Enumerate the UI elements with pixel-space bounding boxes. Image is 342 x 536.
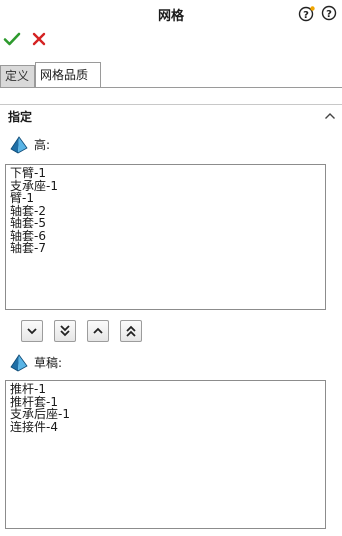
move-to-top-icon bbox=[126, 325, 136, 337]
svg-text:?: ? bbox=[303, 10, 309, 21]
move-up-button[interactable] bbox=[87, 320, 109, 342]
list-item[interactable]: 支承后座-1 bbox=[10, 408, 321, 421]
tab-definition[interactable]: 定义 bbox=[0, 65, 35, 87]
cancel-button[interactable] bbox=[30, 30, 48, 48]
draft-label: 草稿: bbox=[34, 356, 63, 370]
list-item[interactable]: 下臂-1 bbox=[10, 167, 321, 180]
svg-text:?: ? bbox=[326, 9, 332, 20]
list-item[interactable]: 轴套-7 bbox=[10, 242, 321, 255]
list-item[interactable]: 推杆-1 bbox=[10, 383, 321, 396]
draft-components-list[interactable]: 推杆-1 推杆套-1 支承后座-1 连接件-4 bbox=[5, 380, 326, 529]
list-item[interactable]: 轴套-5 bbox=[10, 217, 321, 230]
ok-button[interactable] bbox=[3, 30, 21, 48]
move-to-bottom-button[interactable] bbox=[54, 320, 76, 342]
move-down-button[interactable] bbox=[21, 320, 43, 342]
help-question-icon[interactable]: ? bbox=[298, 5, 315, 22]
pyramid-mesh-icon bbox=[10, 136, 28, 154]
title-bar: 网格 ? ? bbox=[0, 0, 342, 26]
tab-strip: 定义 网格品质 bbox=[0, 62, 342, 88]
move-down-icon bbox=[27, 328, 37, 335]
checkmark-icon bbox=[3, 32, 21, 46]
pyramid-mesh-icon bbox=[10, 354, 28, 372]
section-divider bbox=[0, 104, 342, 105]
move-to-bottom-icon bbox=[60, 325, 70, 337]
list-item[interactable]: 连接件-4 bbox=[10, 420, 321, 434]
panel-title: 网格 bbox=[157, 9, 184, 24]
high-components-list[interactable]: 下臂-1 支承座-1 臂-1 轴套-2 轴套-5 轴套-6 轴套-7 bbox=[5, 164, 326, 310]
list-item[interactable]: 支承座-1 bbox=[10, 179, 321, 193]
x-icon bbox=[32, 32, 46, 46]
list-item[interactable]: 臂-1 bbox=[10, 192, 321, 205]
list-item[interactable]: 轴套-2 bbox=[10, 204, 321, 218]
tab-mesh-quality[interactable]: 网格品质 bbox=[35, 62, 101, 87]
list-item[interactable]: 轴套-6 bbox=[10, 229, 321, 243]
high-label: 高: bbox=[34, 138, 51, 152]
move-to-top-button[interactable] bbox=[120, 320, 142, 342]
section-title: 指定 bbox=[8, 110, 33, 124]
collapse-chevron-icon[interactable] bbox=[324, 110, 336, 120]
move-up-icon bbox=[93, 327, 103, 334]
help-question-icon-2[interactable]: ? bbox=[321, 5, 337, 21]
